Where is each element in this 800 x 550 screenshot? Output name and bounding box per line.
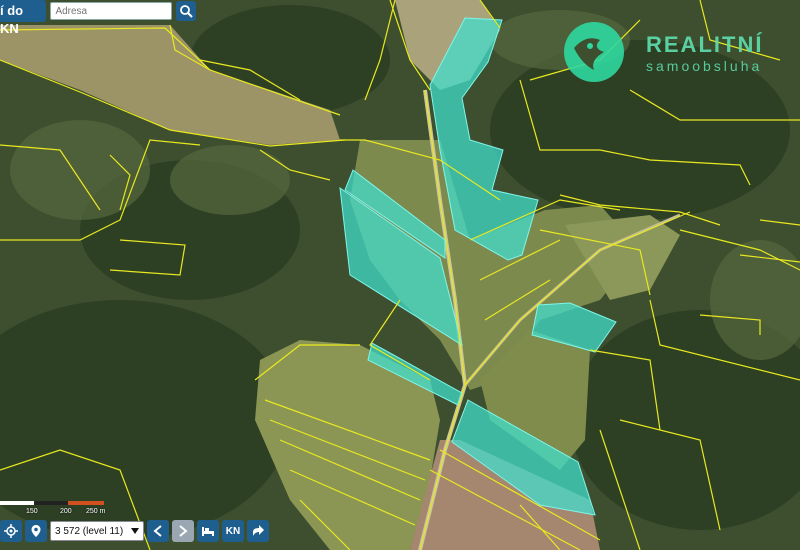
logo-tagline: samoobsluha (646, 58, 763, 74)
search-icon (180, 5, 193, 18)
bed-button[interactable] (197, 520, 219, 542)
kn-button[interactable]: KN (222, 520, 244, 542)
scale-label-250: 250 m (86, 508, 106, 515)
kn-title: í do KN (0, 0, 47, 36)
location-pin-icon (31, 525, 41, 537)
next-button[interactable] (172, 520, 194, 542)
search-button[interactable] (176, 1, 196, 21)
scale-segment-white (0, 501, 34, 505)
realitni-logo: REALITNÍ samoobsluha (560, 18, 800, 88)
location-pin-button[interactable] (25, 520, 47, 542)
logo-name: REALITNÍ (646, 32, 764, 57)
chevron-down-icon (131, 528, 139, 534)
scale-segment-black (34, 501, 68, 505)
zoom-level-value: 3 572 (level 11) (55, 525, 124, 537)
gps-target-icon (4, 524, 18, 538)
scale-label-200: 200 (60, 508, 72, 515)
share-button[interactable] (247, 520, 269, 542)
bed-icon (202, 527, 214, 536)
address-input[interactable] (50, 2, 173, 20)
search-bar: í do KN (0, 0, 196, 36)
zoom-level-select[interactable]: 3 572 (level 11) (50, 521, 144, 541)
chevron-left-icon (153, 525, 162, 537)
logo-mark-icon (564, 22, 624, 82)
share-icon (253, 525, 264, 536)
previous-button[interactable] (147, 520, 169, 542)
gps-target-button[interactable] (0, 520, 22, 542)
chevron-right-icon (179, 525, 188, 537)
map-toolbar: 3 572 (level 11) KN (0, 518, 300, 544)
scale-label-150: 150 (26, 508, 38, 515)
scale-segment-red (68, 501, 104, 505)
